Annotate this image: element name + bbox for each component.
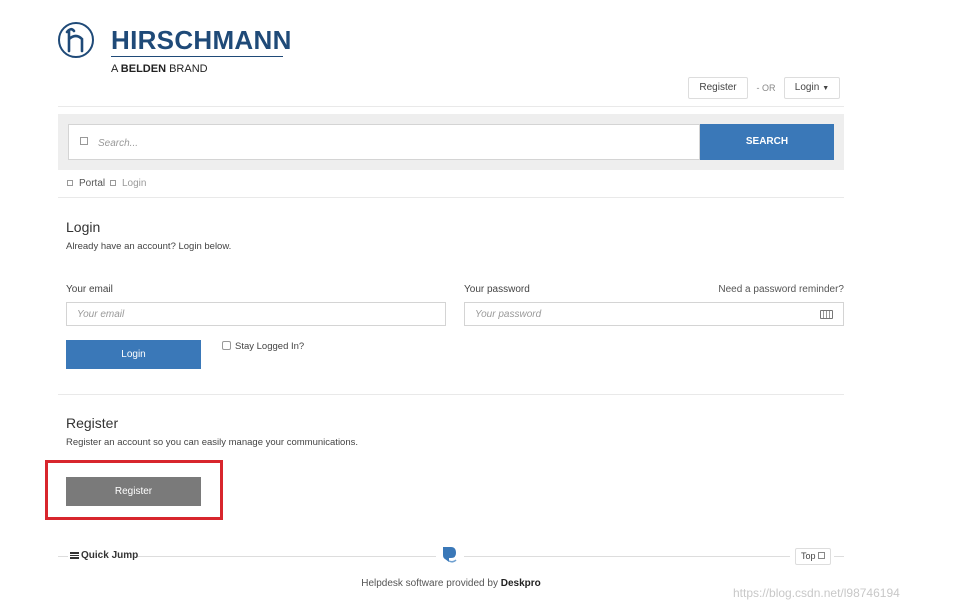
brand-logo-icon: [58, 22, 94, 58]
header-or-text: - OR: [756, 83, 776, 93]
or-label: OR: [762, 83, 776, 93]
stay-logged-in-label[interactable]: Stay Logged In?: [235, 341, 304, 353]
header-login-label: Login: [794, 82, 820, 93]
tagline-prefix: A: [111, 63, 118, 75]
footer-line-right: [464, 556, 790, 557]
password-reminder-link[interactable]: Need a password reminder?: [644, 284, 844, 296]
brand-name: HIRSCHMANN: [111, 25, 292, 55]
register-title: Register: [66, 415, 119, 431]
register-subtitle: Register an account so you can easily ma…: [66, 437, 359, 448]
footer-line-right-edge: [834, 556, 844, 557]
breadcrumb-login: Login: [122, 178, 147, 189]
breadcrumb-divider: [58, 197, 844, 198]
footer-line-left-edge: [58, 556, 68, 557]
search-icon: [80, 137, 88, 145]
search-button[interactable]: SEARCH: [700, 124, 834, 160]
password-field[interactable]: [464, 302, 844, 326]
deskpro-link[interactable]: Deskpro: [501, 578, 541, 589]
caret-down-icon: ▼: [822, 85, 830, 92]
login-subtitle: Already have an account? Login below.: [66, 241, 232, 252]
section-divider: [58, 394, 844, 395]
header-divider: [58, 106, 844, 107]
watermark-text: https://blog.csdn.net/l98746194: [733, 586, 900, 600]
brand-tagline: A BELDEN BRAND: [111, 62, 208, 76]
login-button[interactable]: Login: [66, 340, 201, 369]
header-register-button[interactable]: Register: [688, 77, 748, 99]
top-button[interactable]: Top: [795, 548, 831, 565]
brand-divider: [111, 56, 283, 57]
portal-icon: [67, 180, 73, 186]
keyboard-icon[interactable]: [820, 310, 833, 319]
footer-line-left: [138, 556, 436, 557]
header-login-dropdown[interactable]: Login ▼: [784, 77, 840, 99]
tagline-suffix: BRAND: [169, 63, 208, 75]
tagline-brand: BELDEN: [120, 63, 167, 75]
highlight-box: [45, 460, 223, 520]
stay-logged-in-checkbox[interactable]: [222, 341, 231, 350]
email-label: Your email: [66, 284, 113, 295]
quick-jump-button[interactable]: Quick Jump: [81, 550, 138, 562]
deskpro-icon: [440, 545, 460, 567]
breadcrumb-portal[interactable]: Portal: [79, 178, 105, 190]
top-icon: [818, 552, 826, 559]
search-input[interactable]: [96, 126, 690, 160]
menu-icon: [70, 552, 79, 559]
login-title: Login: [66, 219, 101, 235]
password-label: Your password: [464, 284, 530, 295]
breadcrumb-separator-icon: [110, 180, 116, 186]
email-field[interactable]: [66, 302, 446, 326]
powered-prefix: Helpdesk software provided by: [361, 578, 498, 589]
top-label: Top: [800, 551, 816, 561]
